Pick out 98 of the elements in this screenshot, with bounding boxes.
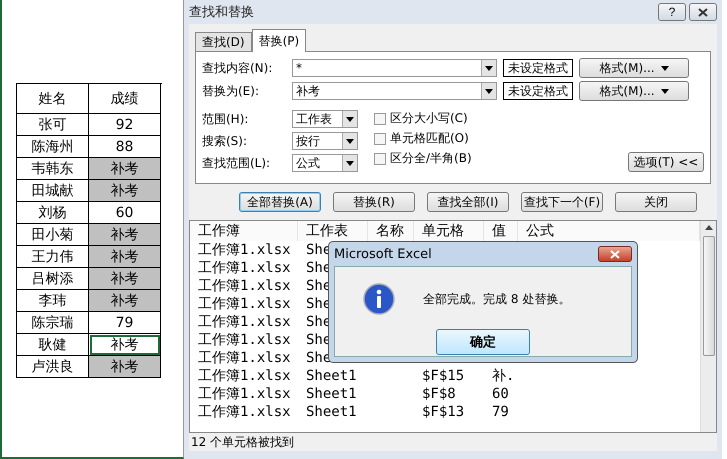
field-label: 查找范围(L): [202, 154, 272, 172]
format-button[interactable]: 格式(M)... [579, 58, 689, 78]
list-cell[interactable]: $F$15 [422, 367, 464, 385]
close-icon [698, 8, 708, 16]
table-cell: 补考 [89, 158, 161, 180]
list-cell[interactable]: Sheet1 [306, 367, 357, 385]
tab[interactable]: 替换(P) [252, 29, 306, 52]
table-cell: 张可 [17, 114, 89, 136]
ok-button[interactable]: 确定 [436, 329, 530, 355]
table-cell: 补考 [89, 180, 161, 202]
checkbox[interactable] [374, 152, 386, 164]
table-cell: 79 [89, 312, 161, 334]
help-button[interactable]: ? [658, 3, 686, 21]
list-cell[interactable]: 工作簿1.xlsx [198, 385, 291, 403]
table-cell: 王力伟 [17, 246, 89, 268]
list-cell[interactable]: 工作簿1.xlsx [198, 367, 291, 385]
column-header[interactable]: 工作簿 [190, 221, 298, 241]
scroll-up-arrow-icon[interactable] [704, 225, 712, 230]
dialog-button[interactable]: 替换(R) [333, 192, 415, 212]
table-cell: 陈海州 [17, 136, 89, 158]
dropdown-arrow-icon [485, 88, 493, 94]
format-button[interactable]: 格式(M)... [579, 81, 689, 101]
column-header[interactable]: 公式 [518, 221, 700, 241]
info-icon [363, 283, 395, 315]
dialog-button[interactable]: 全部替换(A) [239, 192, 321, 212]
list-cell[interactable]: 工作簿1.xlsx [198, 313, 291, 331]
format-preview: 未设定格式 [503, 82, 573, 100]
table-cell: 耿健 [17, 334, 89, 356]
list-cell[interactable]: 工作簿1.xlsx [198, 241, 291, 259]
checkbox-label: 区分大小写(C) [390, 110, 468, 127]
list-cell[interactable]: $F$8 [422, 385, 456, 403]
dropdown[interactable]: 按行 [292, 132, 358, 150]
column-header[interactable]: 名称 [368, 221, 414, 241]
list-cell[interactable]: 工作簿1.xlsx [198, 349, 291, 367]
message-text: 全部完成。完成 8 处替换。 [423, 290, 570, 308]
find-field[interactable]: * [292, 59, 497, 77]
table-cell: 韦韩东 [17, 158, 89, 180]
tab[interactable]: 查找(D) [195, 32, 252, 51]
table-cell: 补考 [89, 268, 161, 290]
table-cell: 李玮 [17, 290, 89, 312]
format-preview: 未设定格式 [503, 59, 573, 77]
table-cell: 补考 [89, 224, 161, 246]
dialog-button[interactable]: 关闭 [615, 192, 697, 212]
dropdown-arrow-icon [346, 138, 354, 144]
table-cell: 吕树添 [17, 268, 89, 290]
table-cell: 88 [89, 136, 161, 158]
column-header[interactable]: 单元格 [414, 221, 484, 241]
table-cell: 补考 [89, 356, 161, 378]
replace-field[interactable]: 补考 [292, 82, 497, 100]
list-cell[interactable]: $F$13 [422, 403, 464, 421]
table-cell: 卢洪良 [17, 356, 89, 378]
list-cell[interactable]: Sheet1 [306, 403, 357, 421]
dropdown-arrow-icon [660, 88, 669, 94]
field-label: 搜索(S): [202, 132, 248, 150]
checkbox[interactable] [374, 132, 386, 144]
dropdown-arrow-icon [346, 160, 354, 166]
table-cell: 田城献 [17, 180, 89, 202]
table-cell: 陈宗瑞 [17, 312, 89, 334]
list-cell[interactable]: 工作簿1.xlsx [198, 403, 291, 421]
dropdown[interactable]: 工作表 [292, 110, 358, 128]
column-header: 姓名 [17, 84, 89, 114]
table-cell: 92 [89, 114, 161, 136]
checkbox-label: 区分全/半角(B) [390, 150, 472, 167]
close-icon [610, 250, 620, 258]
column-header[interactable]: 工作表 [298, 221, 368, 241]
table-cell: 补考 [89, 290, 161, 312]
list-cell[interactable]: 工作簿1.xlsx [198, 259, 291, 277]
window-title: Microsoft Excel [334, 246, 432, 262]
dialog-button[interactable]: 查找全部(I) [427, 192, 509, 212]
checkbox-label: 单元格匹配(O) [390, 130, 469, 147]
table-cell: 补考 [89, 334, 161, 356]
window-title: 查找和替换 [189, 4, 254, 21]
close-button[interactable] [598, 246, 632, 262]
list-cell[interactable]: 60 [492, 385, 509, 403]
list-cell[interactable]: 工作簿1.xlsx [198, 277, 291, 295]
scrollbar[interactable] [700, 221, 716, 432]
table-cell: 补考 [89, 246, 161, 268]
field-label: 范围(H): [202, 110, 250, 128]
options-button[interactable]: 选项(T) << [628, 152, 704, 172]
field-label: 替换为(E): [202, 82, 260, 100]
list-cell[interactable]: 工作簿1.xlsx [198, 331, 291, 349]
dropdown[interactable]: 公式 [292, 154, 358, 172]
column-header[interactable]: 值 [484, 221, 518, 241]
table-cell: 60 [89, 202, 161, 224]
list-cell[interactable]: 79 [492, 403, 509, 421]
list-cell[interactable]: Sheet1 [306, 385, 357, 403]
dropdown-arrow-icon [660, 66, 669, 70]
column-header: 成绩 [89, 84, 161, 114]
list-cell[interactable]: 工作簿1.xlsx [198, 295, 291, 313]
field-label: 查找内容(N): [202, 60, 274, 76]
close-button[interactable] [689, 3, 717, 21]
list-cell[interactable]: 补. [492, 367, 514, 385]
dropdown-arrow-icon [346, 116, 354, 122]
table-cell: 刘杨 [17, 202, 89, 224]
dropdown-arrow-icon [485, 66, 493, 70]
dialog-button[interactable]: 查找下一个(F) [521, 192, 603, 212]
table-cell: 田小菊 [17, 224, 89, 246]
checkbox[interactable] [374, 112, 386, 124]
